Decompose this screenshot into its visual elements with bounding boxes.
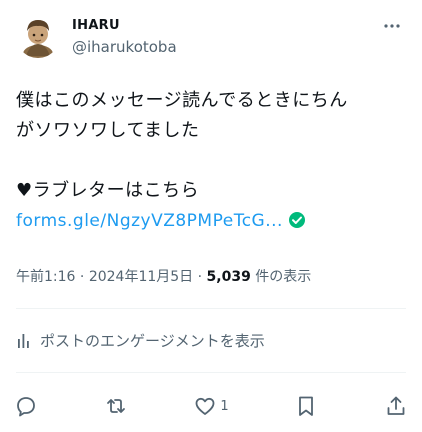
meta-separator: · bbox=[75, 269, 89, 285]
author-names: IHARU @iharukotoba bbox=[72, 17, 177, 57]
analytics-icon bbox=[18, 333, 29, 348]
reply-icon bbox=[17, 397, 35, 417]
divider bbox=[16, 372, 406, 373]
tweet-link-line: forms.gle/NgzyVZ8PMPeTcG... bbox=[16, 206, 408, 239]
tweet-date[interactable]: 2024年11月5日 bbox=[89, 269, 193, 285]
meta-separator: · bbox=[193, 269, 207, 285]
display-name[interactable]: IHARU bbox=[72, 17, 177, 34]
avatar[interactable] bbox=[16, 14, 60, 58]
like-icon bbox=[195, 397, 215, 415]
like-count: 1 bbox=[220, 398, 229, 414]
view-label: 件の表示 bbox=[250, 269, 312, 285]
author-handle[interactable]: @iharukotoba bbox=[72, 37, 177, 57]
more-options-button[interactable] bbox=[380, 14, 404, 38]
more-icon bbox=[384, 24, 400, 28]
tweet-header: IHARU @iharukotoba bbox=[16, 12, 406, 64]
tweet-text: 僕はこのメッセージ読んでるときにちん がソワソワしてました ♥ラブレターはこちら… bbox=[16, 86, 408, 239]
tweet-link[interactable]: forms.gle/NgzyVZ8PMPeTcG... bbox=[16, 211, 283, 231]
verified-badge-icon bbox=[288, 209, 306, 239]
avatar-icon bbox=[16, 14, 60, 58]
reply-button[interactable] bbox=[14, 394, 38, 418]
tweet-line-2: がソワソワしてました bbox=[16, 120, 200, 141]
repost-icon bbox=[106, 399, 125, 413]
share-icon bbox=[387, 396, 405, 415]
tweet-time[interactable]: 午前1:16 bbox=[16, 269, 75, 285]
engagement-label: ポストのエンゲージメントを表示 bbox=[40, 332, 265, 350]
divider bbox=[16, 308, 406, 309]
action-bar: 1 bbox=[14, 390, 408, 422]
share-button[interactable] bbox=[384, 394, 408, 418]
tweet-line-1: 僕はこのメッセージ読んでるときにちん bbox=[16, 90, 348, 111]
repost-button[interactable] bbox=[104, 394, 128, 418]
bookmark-button[interactable] bbox=[294, 394, 318, 418]
view-engagement-link[interactable]: ポストのエンゲージメントを表示 bbox=[16, 330, 265, 351]
bookmark-icon bbox=[299, 396, 314, 416]
tweet-meta: 午前1:16 · 2024年11月5日 · 5,039 件の表示 bbox=[16, 266, 311, 286]
like-button[interactable]: 1 bbox=[193, 394, 229, 418]
tweet-line-3: ♥ラブレターはこちら bbox=[16, 180, 200, 201]
view-count: 5,039 bbox=[206, 269, 251, 285]
